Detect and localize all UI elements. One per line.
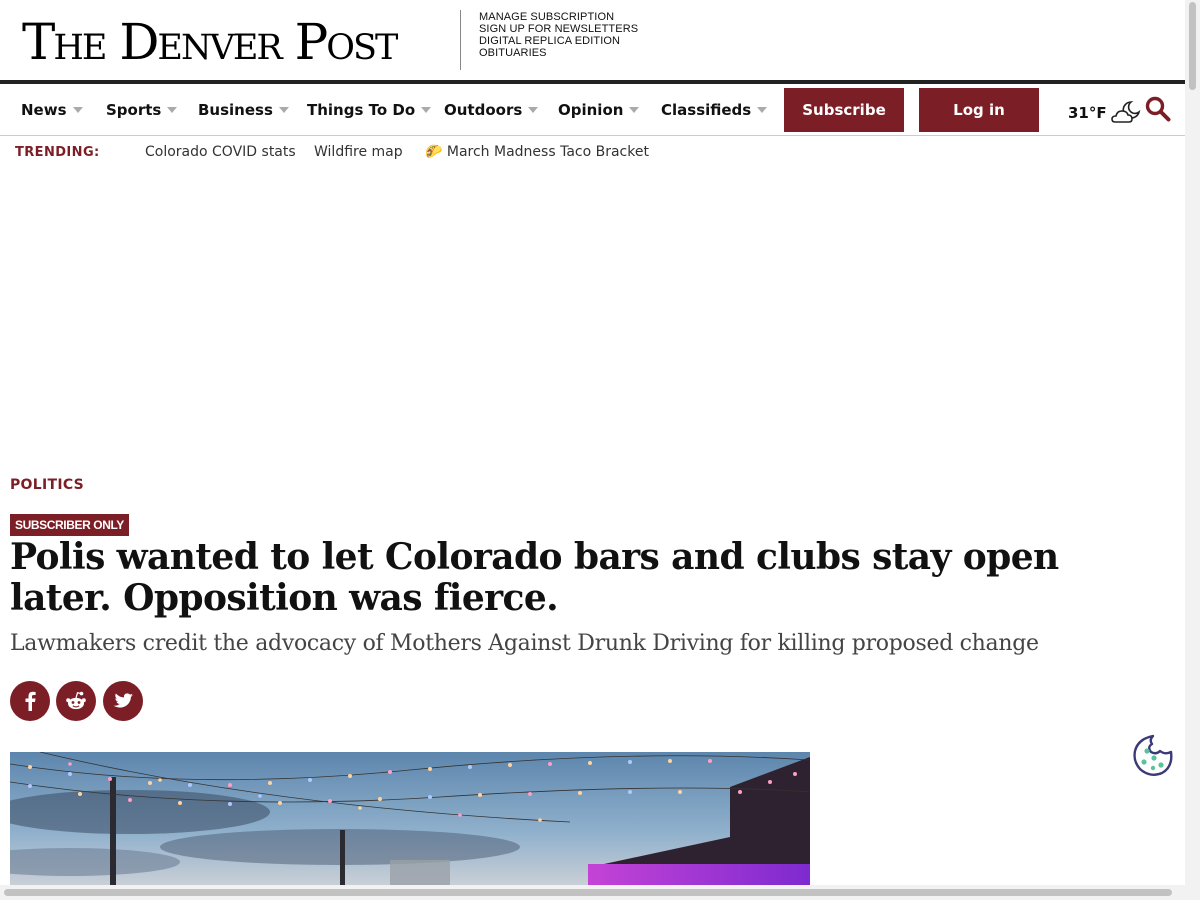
facebook-icon [25, 691, 36, 711]
nav-item-opinion[interactable]: Opinion [558, 101, 640, 119]
masthead: The Denver Post MANAGE SUBSCRIPTION SIGN… [0, 0, 1185, 80]
obituaries-link[interactable]: OBITUARIES [479, 47, 638, 59]
partly-cloudy-night-icon [1110, 101, 1141, 123]
login-button[interactable]: Log in [919, 88, 1039, 132]
subscribe-button[interactable]: Subscribe [784, 88, 904, 132]
hero-image [10, 752, 810, 885]
nav-item-label: Things To Do [307, 101, 416, 119]
main-nav: News Sports Business Things To Do Outdoo… [0, 84, 1185, 136]
weather-widget[interactable]: 31°F [1068, 100, 1141, 126]
twitter-icon [113, 692, 133, 708]
nav-item-label: News [21, 101, 67, 119]
twitter-share-button[interactable] [103, 681, 143, 721]
chevron-down-icon [757, 107, 768, 113]
cookie-icon[interactable] [1132, 734, 1174, 776]
newsletters-link[interactable]: SIGN UP FOR NEWSLETTERS [479, 23, 638, 35]
manage-subscription-link[interactable]: MANAGE SUBSCRIPTION [479, 11, 638, 23]
masthead-divider [460, 10, 461, 70]
nav-item-classifieds[interactable]: Classifieds [661, 101, 768, 119]
nav-item-outdoors[interactable]: Outdoors [444, 101, 539, 119]
chevron-down-icon [278, 107, 289, 113]
site-logo[interactable]: The Denver Post [22, 14, 398, 70]
digital-replica-link[interactable]: DIGITAL REPLICA EDITION [479, 35, 638, 47]
article-headline: Polis wanted to let Colorado bars and cl… [10, 536, 1059, 619]
nav-item-news[interactable]: News [21, 101, 83, 119]
trending-link[interactable]: Colorado COVID stats [145, 144, 296, 160]
horizontal-scrollbar[interactable] [0, 885, 1185, 900]
chevron-down-icon [421, 107, 432, 113]
trending-link[interactable]: Wildfire map [314, 144, 403, 160]
nav-item-business[interactable]: Business [198, 101, 289, 119]
trending-bar: TRENDING: Colorado COVID stats Wildfire … [0, 136, 1185, 170]
reddit-icon [66, 691, 86, 710]
chevron-down-icon [167, 107, 178, 113]
nav-item-label: Classifieds [661, 101, 752, 119]
article-dek: Lawmakers credit the advocacy of Mothers… [10, 631, 1039, 656]
scrollbar-thumb[interactable] [4, 889, 1172, 896]
search-icon[interactable] [1145, 96, 1171, 122]
nav-item-label: Outdoors [444, 101, 523, 119]
reddit-share-button[interactable] [56, 681, 96, 721]
vertical-scrollbar[interactable] [1185, 0, 1200, 900]
scrollbar-thumb[interactable] [1189, 2, 1196, 90]
chevron-down-icon [629, 107, 640, 113]
nav-item-label: Opinion [558, 101, 624, 119]
nav-item-sports[interactable]: Sports [106, 101, 178, 119]
nav-item-label: Business [198, 101, 273, 119]
facebook-share-button[interactable] [10, 681, 50, 721]
subscriber-only-badge: SUBSCRIBER ONLY [10, 514, 129, 536]
nav-item-label: Sports [106, 101, 162, 119]
chevron-down-icon [72, 107, 83, 113]
trending-link[interactable]: 🌮 March Madness Taco Bracket [425, 144, 649, 160]
temperature: 31°F [1068, 104, 1107, 122]
nav-item-things-to-do[interactable]: Things To Do [307, 101, 432, 119]
section-label[interactable]: POLITICS [10, 477, 84, 493]
masthead-links: MANAGE SUBSCRIPTION SIGN UP FOR NEWSLETT… [479, 11, 638, 59]
chevron-down-icon [528, 107, 539, 113]
trending-label: TRENDING: [15, 145, 100, 160]
